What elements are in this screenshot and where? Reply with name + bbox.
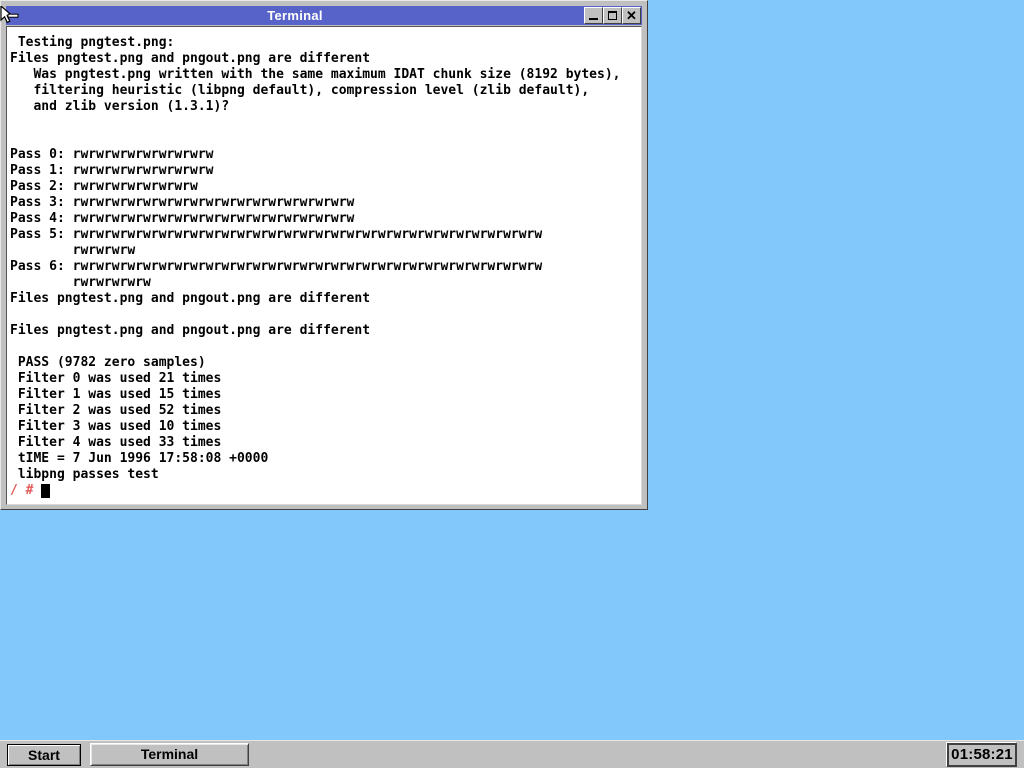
minimize-button[interactable]	[584, 7, 603, 24]
terminal-line	[10, 307, 639, 323]
terminal-output: Testing pngtest.png:Files pngtest.png an…	[10, 35, 639, 483]
title-bar[interactable]: Terminal ✕	[6, 6, 642, 25]
terminal-line: Pass 3: rwrwrwrwrwrwrwrwrwrwrwrwrwrwrwrw…	[10, 195, 639, 211]
close-button[interactable]: ✕	[622, 7, 641, 24]
close-icon: ✕	[626, 9, 637, 22]
terminal-line: Pass 4: rwrwrwrwrwrwrwrwrwrwrwrwrwrwrwrw…	[10, 211, 639, 227]
terminal-line: Files pngtest.png and pngout.png are dif…	[10, 291, 639, 307]
prompt-text: / #	[10, 483, 33, 499]
terminal-line	[10, 115, 639, 131]
text-cursor	[41, 484, 50, 498]
terminal-line: tIME = 7 Jun 1996 17:58:08 +0000	[10, 451, 639, 467]
terminal-line: Pass 2: rwrwrwrwrwrwrwrw	[10, 179, 639, 195]
terminal-window: Terminal ✕ Testing pngtest.png:Files png…	[0, 0, 648, 510]
shell-prompt: / #	[10, 483, 639, 499]
terminal-line: Testing pngtest.png:	[10, 35, 639, 51]
maximize-icon	[608, 11, 617, 20]
terminal-line: Filter 3 was used 10 times	[10, 419, 639, 435]
terminal-line: Filter 2 was used 52 times	[10, 403, 639, 419]
desktop: { "window": { "title": "Terminal", "cont…	[0, 0, 1024, 768]
terminal-line: PASS (9782 zero samples)	[10, 355, 639, 371]
window-controls: ✕	[584, 7, 641, 24]
minimize-icon	[589, 18, 598, 20]
terminal-line: Files pngtest.png and pngout.png are dif…	[10, 51, 639, 67]
taskbar: Start Terminal 01:58:21	[0, 740, 1024, 768]
maximize-button[interactable]	[603, 7, 622, 24]
terminal-line: Filter 0 was used 21 times	[10, 371, 639, 387]
terminal-line	[10, 339, 639, 355]
terminal-line: and zlib version (1.3.1)?	[10, 99, 639, 115]
taskbar-clock: 01:58:21	[947, 743, 1017, 767]
terminal-line: Was pngtest.png written with the same ma…	[10, 67, 639, 83]
terminal-line: Filter 1 was used 15 times	[10, 387, 639, 403]
window-title: Terminal	[6, 6, 584, 25]
terminal-line: Pass 0: rwrwrwrwrwrwrwrwrw	[10, 147, 639, 163]
terminal-line: Pass 1: rwrwrwrwrwrwrwrwrw	[10, 163, 639, 179]
terminal-line: Filter 4 was used 33 times	[10, 435, 639, 451]
terminal-line: Pass 5: rwrwrwrwrwrwrwrwrwrwrwrwrwrwrwrw…	[10, 227, 639, 243]
terminal-line	[10, 131, 639, 147]
terminal-line: rwrwrwrw	[10, 243, 639, 259]
terminal-line: rwrwrwrwrw	[10, 275, 639, 291]
terminal-line: libpng passes test	[10, 467, 639, 483]
terminal-line: Files pngtest.png and pngout.png are dif…	[10, 323, 639, 339]
start-button[interactable]: Start	[7, 744, 81, 766]
terminal-line: Pass 6: rwrwrwrwrwrwrwrwrwrwrwrwrwrwrwrw…	[10, 259, 639, 275]
terminal-line: filtering heuristic (libpng default), co…	[10, 83, 639, 99]
terminal-screen[interactable]: Testing pngtest.png:Files pngtest.png an…	[6, 26, 642, 505]
taskbar-item-terminal[interactable]: Terminal	[90, 743, 249, 766]
